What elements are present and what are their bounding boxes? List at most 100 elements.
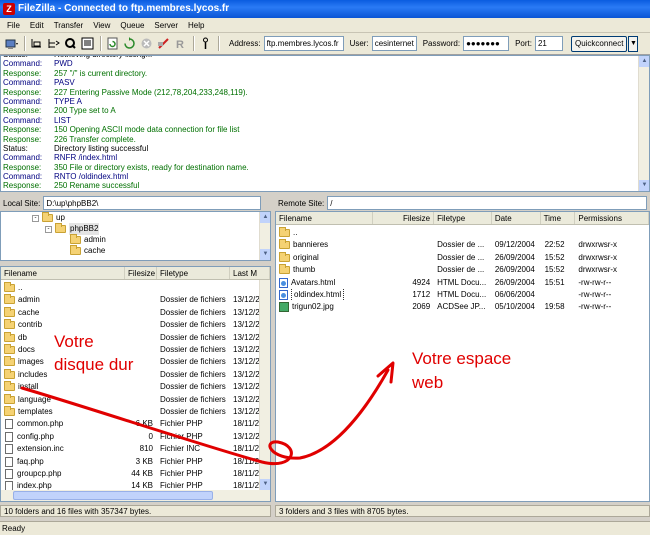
- remote-col-date[interactable]: Date: [492, 212, 541, 224]
- local-file-row[interactable]: templates Dossier de fichiers 13/12/2: [1, 406, 270, 418]
- local-file-row[interactable]: includes Dossier de fichiers 13/12/2: [1, 368, 270, 381]
- annotation-web-line1: Votre espace: [412, 349, 512, 368]
- local-file-row[interactable]: install Dossier de fichiers 13/12/2: [1, 381, 270, 393]
- remote-file-time: 15:51: [544, 277, 565, 287]
- log-line-type: Command:: [3, 172, 43, 182]
- local-hscrollbar[interactable]: [1, 490, 270, 501]
- cancel-icon[interactable]: [139, 36, 154, 51]
- tree-scrollbar[interactable]: ▲ ▼: [259, 212, 270, 260]
- remote-file-row[interactable]: bannieres Dossier de ... 09/12/2004 22:52 dr…: [276, 239, 649, 251]
- collapse-icon[interactable]: -: [32, 214, 39, 222]
- local-file-list[interactable]: Filename Filesize Filetype Last M .. admi…: [0, 266, 271, 502]
- menu-view[interactable]: View: [88, 18, 115, 33]
- local-file-row[interactable]: groupcp.php 44 KB Fichier PHP 18/11/2: [1, 468, 270, 480]
- file-icon: [5, 419, 13, 430]
- folder-icon: [4, 306, 15, 317]
- folder-icon: [4, 282, 15, 292]
- remote-col-time[interactable]: Time: [541, 212, 576, 224]
- log-line-message: 257 "/" is current directory.: [54, 68, 148, 78]
- remote-file-row[interactable]: Avatars.html 4924 HTML Docu... 26/09/2004 15…: [276, 277, 649, 289]
- remote-file-type: Dossier de ...: [437, 240, 485, 250]
- process-queue-icon[interactable]: [122, 36, 137, 51]
- toggle-log-icon[interactable]: [29, 36, 44, 51]
- toggle-tree-icon[interactable]: [46, 36, 61, 51]
- menu-transfer[interactable]: Transfer: [49, 18, 89, 33]
- local-file-type: Dossier de fichiers: [160, 369, 226, 379]
- remote-file-date: 09/12/2004: [494, 240, 535, 250]
- menu-edit[interactable]: Edit: [25, 18, 49, 33]
- local-file-row[interactable]: extension.inc 810 Fichier INC 18/11/2: [1, 443, 270, 455]
- remote-file-row[interactable]: thumb Dossier de ... 26/09/2004 15:52 drwxrw…: [276, 264, 649, 276]
- log-line-type: Status:: [3, 143, 28, 153]
- quickconnect-dropdown-icon[interactable]: ▼: [628, 35, 639, 52]
- local-file-row[interactable]: admin Dossier de fichiers 13/12/2: [1, 294, 270, 306]
- local-file-row[interactable]: faq.php 3 KB Fichier PHP 18/11/2: [1, 456, 270, 468]
- site-manager-icon[interactable]: [4, 36, 19, 51]
- remote-file-row[interactable]: trigun02.jpg 2069 ACDSee JP... 05/10/2004 19…: [276, 301, 649, 313]
- log-scrollbar[interactable]: ▲ ▼: [638, 56, 649, 191]
- refresh-icon[interactable]: [105, 36, 120, 51]
- menu-server[interactable]: Server: [149, 18, 183, 33]
- remote-file-date: [492, 227, 541, 239]
- remote-file-row[interactable]: oldindex.html 1712 HTML Docu... 06/06/2004 -…: [276, 289, 649, 301]
- toggle-queue-icon[interactable]: [63, 36, 78, 51]
- remote-file-row[interactable]: original Dossier de ... 26/09/2004 15:52 drw…: [276, 251, 649, 264]
- menu-queue[interactable]: Queue: [115, 18, 149, 33]
- scroll-down-icon[interactable]: ▼: [260, 249, 270, 260]
- folder-icon: [4, 368, 15, 379]
- scroll-down-icon[interactable]: ▼: [639, 180, 649, 191]
- password-input[interactable]: [463, 36, 510, 51]
- local-file-row[interactable]: language Dossier de fichiers 13/12/2: [1, 393, 270, 406]
- remote-file-row[interactable]: ..: [276, 227, 649, 239]
- local-col-date[interactable]: Last M: [230, 267, 270, 279]
- remote-file-time: 22:52: [544, 240, 565, 250]
- collapse-icon[interactable]: -: [45, 225, 52, 233]
- quickconnect-button[interactable]: Quickconnect: [570, 35, 628, 52]
- local-col-filename[interactable]: Filename: [1, 267, 125, 279]
- local-file-row[interactable]: db Dossier de fichiers 13/12/2: [1, 331, 270, 344]
- remote-file-type: HTML Docu...: [437, 277, 487, 287]
- local-file-row[interactable]: contrib Dossier de fichiers 13/12/2: [1, 319, 270, 331]
- remote-file-permissions: [575, 227, 649, 239]
- menu-help[interactable]: Help: [183, 18, 209, 33]
- address-input[interactable]: [263, 36, 344, 51]
- help-icon[interactable]: [198, 36, 213, 51]
- local-file-row[interactable]: ..: [1, 282, 270, 294]
- reconnect-icon[interactable]: R: [173, 36, 188, 51]
- local-vscrollbar[interactable]: ▼: [259, 280, 270, 490]
- local-file-type: Dossier de fichiers: [160, 320, 226, 330]
- disconnect-icon[interactable]: [156, 36, 171, 51]
- remote-file-name-text: trigun02.jpg: [292, 302, 334, 312]
- local-col-filetype[interactable]: Filetype: [157, 267, 230, 279]
- remote-col-filename[interactable]: Filename: [276, 212, 374, 224]
- local-file-row[interactable]: config.php 0 Fichier PHP 13/12/2: [1, 431, 270, 443]
- local-file-row[interactable]: common.php 6 KB Fichier PHP 18/11/2: [1, 418, 270, 430]
- remote-file-permissions: -rw-rw-r--: [578, 290, 612, 299]
- local-file-row[interactable]: cache Dossier de fichiers 13/12/2: [1, 306, 270, 319]
- menu-file[interactable]: File: [2, 18, 25, 33]
- remote-file-type: HTML Docu...: [437, 290, 487, 299]
- remote-col-filetype[interactable]: Filetype: [434, 212, 492, 224]
- port-input[interactable]: [534, 36, 563, 51]
- log-line-type: Response:: [3, 134, 42, 144]
- remote-col-filesize[interactable]: Filesize: [373, 212, 435, 224]
- local-file-name-text: ..: [18, 283, 23, 292]
- local-file-row[interactable]: images Dossier de fichiers 13/12/2: [1, 356, 270, 368]
- tree-node-cache[interactable]: cache: [70, 245, 105, 257]
- local-file-name: language: [1, 393, 125, 406]
- scroll-up-icon[interactable]: ▲: [639, 56, 649, 67]
- scroll-up-icon[interactable]: ▲: [260, 212, 270, 223]
- local-file-type: Dossier de fichiers: [160, 394, 226, 404]
- local-hscroll-thumb[interactable]: [13, 491, 213, 500]
- remote-site-input[interactable]: [327, 196, 648, 210]
- local-file-size: 0: [148, 431, 153, 441]
- scroll-down-icon[interactable]: ▼: [260, 479, 270, 490]
- local-col-filesize[interactable]: Filesize: [125, 267, 157, 279]
- message-log[interactable]: Status:Retrieving directory listing...Co…: [0, 55, 650, 192]
- user-input[interactable]: [371, 36, 417, 51]
- local-site-input[interactable]: [43, 196, 262, 210]
- toggle-local-remote-icon[interactable]: [80, 36, 95, 51]
- local-directory-tree[interactable]: - up - phpBB2 admin cache ▲ ▼: [0, 211, 271, 261]
- remote-col-permissions[interactable]: Permissions: [575, 212, 649, 224]
- local-file-row[interactable]: docs Dossier de fichiers 13/12/2: [1, 344, 270, 356]
